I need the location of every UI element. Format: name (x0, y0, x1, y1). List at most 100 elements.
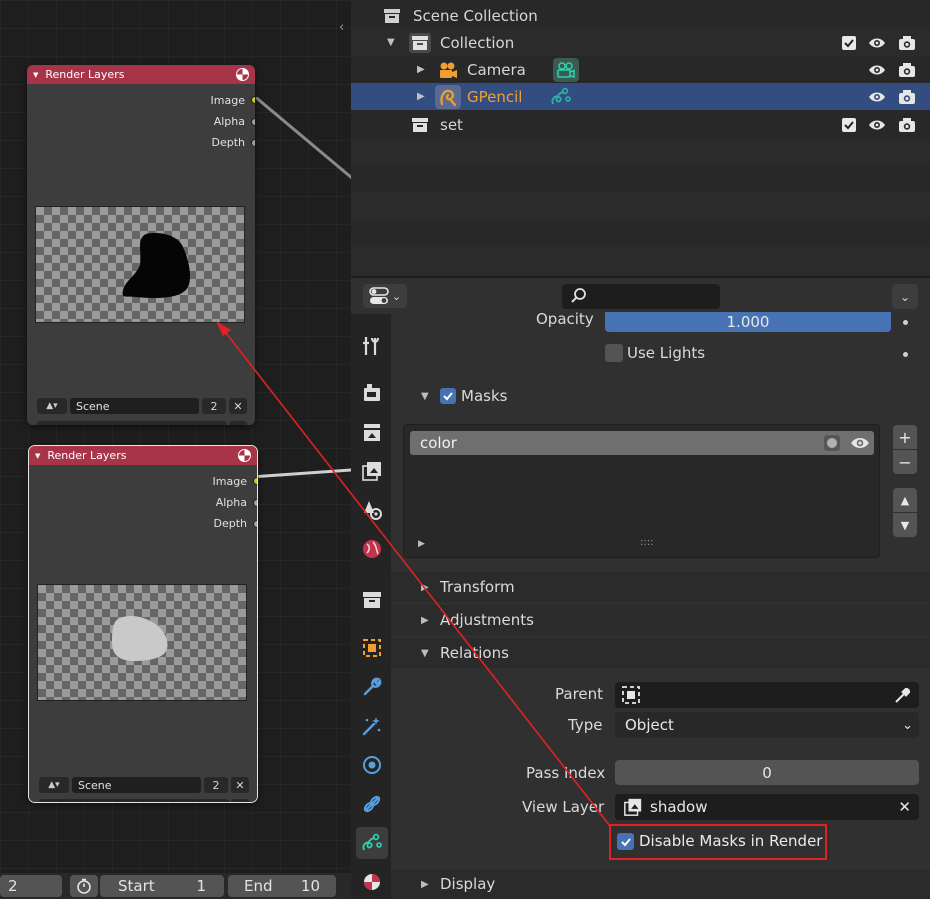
node-header[interactable]: ▼ Render Layers (29, 446, 257, 465)
unlink-scene-button[interactable]: ✕ (231, 777, 249, 793)
render-camera-icon[interactable] (898, 35, 916, 51)
animate-property-dot[interactable] (903, 320, 908, 325)
options-dropdown-button[interactable]: ⌄ (892, 284, 918, 309)
display-panel-header[interactable]: ▶ Display (391, 869, 930, 899)
outliner-row-camera[interactable]: ▶ Camera (351, 56, 930, 83)
render-layer-button[interactable]: ▣ (231, 799, 249, 802)
auto-keying-button[interactable] (70, 875, 98, 897)
output-socket-image[interactable]: Image (29, 465, 257, 492)
outliner[interactable]: Scene Collection ▼ Collection ▶ Camera ▶ (351, 0, 930, 276)
use-lights-checkbox[interactable] (605, 344, 623, 362)
scene-browse-button[interactable]: ▲▾ (37, 398, 67, 414)
opacity-slider[interactable]: 1.000 (605, 312, 891, 332)
move-mask-down-button[interactable]: ▼ (893, 513, 917, 537)
outliner-row-set[interactable]: set (351, 111, 930, 138)
collapse-triangle-icon[interactable]: ▼ (421, 391, 429, 402)
socket-dot[interactable] (251, 117, 255, 126)
masks-list[interactable]: color ▶ :::: (403, 424, 880, 558)
output-socket-depth[interactable]: Depth (29, 513, 257, 534)
current-frame-field[interactable]: 2 (0, 875, 62, 897)
mask-item[interactable]: color (410, 431, 874, 455)
tab-modifiers[interactable] (356, 671, 388, 703)
collapse-triangle-icon[interactable]: ▼ (35, 452, 40, 460)
exclude-checkbox[interactable] (842, 117, 856, 132)
frame-end-field[interactable]: End 10 (228, 875, 336, 897)
relations-panel-header[interactable]: ▼ Relations (391, 638, 930, 668)
render-camera-icon[interactable] (898, 62, 916, 78)
tab-scene[interactable] (356, 494, 388, 526)
transform-panel-header[interactable]: ▶ Transform (391, 572, 930, 602)
output-socket-image[interactable]: Image (27, 84, 255, 111)
socket-dot[interactable] (251, 96, 255, 104)
editor-type-button[interactable]: ⌄ (363, 284, 407, 308)
outliner-row-scene-collection[interactable]: Scene Collection (351, 2, 930, 29)
camera-data-icon[interactable] (553, 57, 579, 82)
compositor-node-editor[interactable]: ▼ Render Layers Image Alpha Depth ▲▾ Sce… (0, 0, 351, 873)
outliner-row-gpencil[interactable]: ▶ GPencil (351, 83, 930, 110)
output-socket-depth[interactable]: Depth (27, 132, 255, 153)
invert-mask-toggle[interactable] (824, 435, 840, 451)
view-layer-field[interactable]: shadow ✕ (615, 794, 919, 820)
unlink-scene-button[interactable]: ✕ (229, 398, 247, 414)
render-camera-icon[interactable] (898, 89, 916, 105)
eye-icon[interactable] (850, 435, 870, 455)
remove-mask-button[interactable]: − (893, 450, 917, 474)
add-mask-button[interactable]: + (893, 425, 917, 449)
animate-property-dot[interactable] (903, 352, 908, 357)
view-layer-dropdown[interactable]: color ⌄ (39, 799, 229, 802)
eye-icon[interactable] (868, 117, 886, 133)
scene-name-field[interactable]: Scene (70, 398, 199, 414)
socket-dot[interactable] (253, 519, 257, 528)
grease-pencil-data-icon[interactable] (550, 87, 572, 107)
pass-index-field[interactable]: 0 (615, 760, 919, 785)
tab-render[interactable] (356, 377, 388, 409)
tab-material[interactable] (356, 866, 388, 898)
masks-enabled-checkbox[interactable] (440, 388, 456, 404)
parent-type-dropdown[interactable]: Object ⌄ (615, 712, 919, 738)
eye-icon[interactable] (868, 35, 886, 51)
socket-dot[interactable] (253, 498, 257, 507)
expand-triangle-icon[interactable]: ▼ (387, 37, 395, 48)
tab-collection[interactable] (356, 584, 388, 616)
properties-editor[interactable]: ⌄ ⌄ Opacity 1.000 Use Lights ▼ Masks col… (351, 278, 930, 899)
expand-triangle-icon[interactable]: ▶ (421, 582, 429, 593)
frame-start-field[interactable]: Start 1 (100, 875, 224, 897)
properties-search-input[interactable] (562, 284, 720, 309)
expand-triangle-icon[interactable]: ▶ (417, 64, 425, 75)
move-mask-up-button[interactable]: ▲ (893, 488, 917, 512)
collapse-triangle-icon[interactable]: ▼ (33, 71, 38, 79)
tab-object[interactable] (356, 632, 388, 664)
tab-world[interactable] (356, 533, 388, 565)
tab-output[interactable] (356, 416, 388, 448)
expand-triangle-icon[interactable]: ▶ (421, 615, 429, 626)
list-filter-toggle-icon[interactable]: ▶ (418, 539, 425, 549)
node-header[interactable]: ▼ Render Layers (27, 65, 255, 84)
render-layer-button[interactable]: ▣ (229, 421, 247, 425)
collapse-triangle-icon[interactable]: ▼ (421, 648, 429, 659)
list-resize-grip[interactable]: :::: (640, 537, 653, 548)
parent-field[interactable] (615, 682, 919, 708)
render-camera-icon[interactable] (898, 117, 916, 133)
eyedropper-icon[interactable] (893, 685, 913, 705)
outliner-row-collection[interactable]: ▼ Collection (351, 29, 930, 56)
view-layer-dropdown[interactable]: shadow ⌄ (37, 421, 227, 425)
tab-object-data[interactable] (356, 827, 388, 859)
tab-shader-effects[interactable] (356, 710, 388, 742)
tab-tool[interactable] (356, 330, 388, 362)
socket-dot[interactable] (253, 477, 257, 485)
tab-view-layer[interactable] (356, 455, 388, 487)
output-socket-alpha[interactable]: Alpha (27, 111, 255, 132)
expand-triangle-icon[interactable]: ▶ (421, 879, 429, 890)
tab-physics[interactable] (356, 749, 388, 781)
output-socket-alpha[interactable]: Alpha (29, 492, 257, 513)
collapse-sidebar-chevron-icon[interactable]: ‹ (339, 20, 344, 35)
scene-browse-button[interactable]: ▲▾ (39, 777, 69, 793)
scene-users-count[interactable]: 2 (204, 777, 228, 793)
masks-panel-header[interactable]: ▼ Masks (391, 381, 930, 411)
socket-dot[interactable] (251, 138, 255, 147)
expand-triangle-icon[interactable]: ▶ (417, 91, 425, 102)
render-layers-node-shadow[interactable]: ▼ Render Layers Image Alpha Depth ▲▾ Sce… (27, 65, 255, 425)
exclude-checkbox[interactable] (842, 35, 856, 50)
eye-icon[interactable] (868, 89, 886, 105)
clear-icon[interactable]: ✕ (898, 798, 911, 816)
